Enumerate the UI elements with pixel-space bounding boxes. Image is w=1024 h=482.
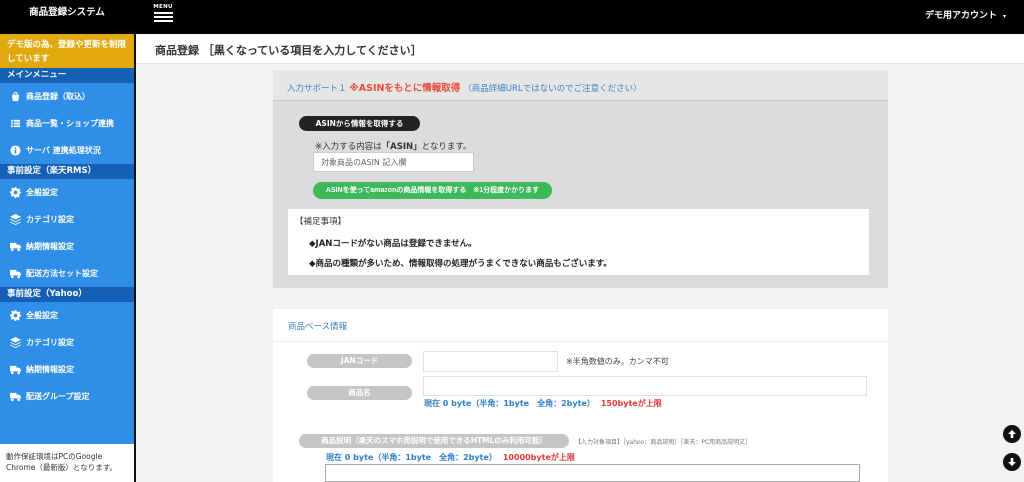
asin-fetch-title: ※ASINをもとに情報取得: [349, 83, 461, 94]
account-name: デモ用アカウント: [924, 11, 997, 21]
scroll-bottom-button[interactable]: [1003, 453, 1021, 471]
product-name-input[interactable]: [423, 376, 867, 396]
sidebar-item-label: カテゴリ設定: [26, 338, 74, 347]
fetch-amazon-info-button[interactable]: ASINを使ってamazonの商品情報を取得する ※1分程度かかります: [313, 182, 552, 199]
product-name-byte-count: 現在 0 byte（半角：1byte 全角：2byte） 150byteが上限: [424, 399, 662, 408]
arrow-up-icon: [1008, 430, 1016, 438]
account-menu[interactable]: デモ用アカウント ▾: [925, 0, 1006, 34]
jan-code-input[interactable]: [423, 351, 558, 372]
arrow-down-icon: [1008, 458, 1016, 466]
scroll-top-button[interactable]: [1003, 425, 1021, 443]
jan-code-label: JANコード: [307, 354, 412, 368]
sidebar-item-rakuten-category[interactable]: カテゴリ設定: [0, 206, 134, 233]
layers-icon: [9, 337, 21, 349]
truck-icon: [9, 241, 21, 253]
chevron-down-icon: ▾: [1002, 13, 1006, 20]
sidebar-item-product-register[interactable]: 商品登録（取込）: [0, 83, 134, 110]
sidebar-item-label: 商品登録（取込）: [26, 92, 90, 101]
page-title: 商品登録 ［黒くなっている項目を入力してください］: [155, 44, 422, 57]
sidebar-section-main: メインメニュー: [0, 68, 134, 83]
input-support-header: 入力サポート１ ※ASINをもとに情報取得 （商品詳細URLではないのでご注意くださ…: [273, 70, 888, 101]
sidebar-item-label: 全般設定: [26, 311, 58, 320]
asin-fetch-heading: ASINから情報を取得する: [299, 116, 420, 131]
info-icon: [9, 145, 21, 157]
remarks-item: ◆商品の種類が多いため、情報取得の処理がうまくできない商品もございます。: [309, 259, 612, 269]
sidebar-item-server-status[interactable]: サーバ 連携処理状況: [0, 137, 134, 164]
environment-note: 動作保証環境はPCのGoogle Chrome（最新版）となります。: [0, 444, 134, 482]
shopping-bag-icon: [9, 91, 21, 103]
description-label: 商品説明（楽天のスマホ用説明で使用できるHTMLのみ利用可能）: [299, 434, 569, 448]
sidebar-item-rakuten-shipping[interactable]: 配送方法セット設定: [0, 260, 134, 287]
description-target-tags: 【入力対象項目】［yahoo：商品説明］［楽天：PC用商品説明文］: [575, 439, 752, 446]
sidebar-item-label: 商品一覧・ショップ連携: [26, 119, 114, 128]
sidebar-item-label: 全般設定: [26, 188, 58, 197]
base-info-panel: 商品ベース情報 JANコード ※半角数値のみ。カンマ不可 商品名 現在 0 by…: [273, 309, 888, 482]
base-info-title: 商品ベース情報: [288, 322, 348, 332]
asin-input-note: ※入力する内容は「ASIN」となります。: [315, 142, 472, 152]
remarks-item: ◆JANコードがない商品は登録できません。: [309, 239, 477, 249]
sidebar-item-label: 納期情報設定: [26, 242, 74, 251]
sidebar-item-rakuten-delivery[interactable]: 納期情報設定: [0, 233, 134, 260]
gear-icon: [9, 310, 21, 322]
sidebar-item-product-list[interactable]: 商品一覧・ショップ連携: [0, 110, 134, 137]
menu-label: MENU: [153, 4, 173, 10]
truck-icon: [9, 268, 21, 280]
sidebar-section-rakuten: 事前設定（楽天RMS）: [0, 164, 134, 179]
divider: [273, 341, 888, 342]
description-byte-count: 現在 0 byte（半角：1byte 全角：2byte） 10000byteが上限: [326, 453, 575, 462]
sidebar-item-label: 配送方法セット設定: [26, 269, 98, 278]
gear-icon: [9, 187, 21, 199]
description-textarea[interactable]: [325, 464, 860, 482]
page-header: 商品登録 ［黒くなっている項目を入力してください］: [136, 34, 1024, 64]
remarks-heading: 【補足事項】: [295, 217, 347, 227]
jan-code-hint: ※半角数値のみ。カンマ不可: [566, 357, 669, 366]
truck-icon: [9, 391, 21, 403]
input-support-panel: 入力サポート１ ※ASINをもとに情報取得 （商品詳細URLではないのでご注意くださ…: [273, 70, 888, 288]
sidebar-item-yahoo-category[interactable]: カテゴリ設定: [0, 329, 134, 356]
sidebar-item-yahoo-delivery[interactable]: 納期情報設定: [0, 356, 134, 383]
menu-toggle-button[interactable]: MENU: [150, 4, 176, 26]
layers-icon: [9, 214, 21, 226]
hamburger-icon: [150, 12, 176, 22]
top-bar: 商品登録システム MENU デモ用アカウント ▾: [0, 0, 1024, 34]
sidebar-item-yahoo-shipping-group[interactable]: 配送グループ設定: [0, 383, 134, 410]
sidebar-item-label: サーバ 連携処理状況: [26, 146, 101, 155]
sidebar: デモ版の為、登録や更新を制限しています メインメニュー 商品登録（取込） 商品一…: [0, 34, 134, 482]
sidebar-item-label: カテゴリ設定: [26, 215, 74, 224]
demo-notice: デモ版の為、登録や更新を制限しています: [0, 34, 134, 68]
list-icon: [9, 118, 21, 130]
product-name-label: 商品名: [307, 386, 412, 400]
truck-icon: [9, 364, 21, 376]
sidebar-divider: [134, 34, 136, 482]
sidebar-item-label: 納期情報設定: [26, 365, 74, 374]
sidebar-item-rakuten-general[interactable]: 全般設定: [0, 179, 134, 206]
asin-input[interactable]: [313, 152, 474, 172]
app-brand[interactable]: 商品登録システム: [0, 0, 134, 34]
sidebar-item-yahoo-general[interactable]: 全般設定: [0, 302, 134, 329]
input-support-label: 入力サポート１: [287, 84, 347, 94]
sidebar-item-label: 配送グループ設定: [26, 392, 90, 401]
asin-url-note: （商品詳細URLではないのでご注意ください）: [463, 84, 642, 94]
sidebar-section-yahoo: 事前設定（Yahoo）: [0, 287, 134, 302]
remarks-box: 【補足事項】 ◆JANコードがない商品は登録できません。 ◆商品の種類が多いため…: [288, 209, 869, 275]
